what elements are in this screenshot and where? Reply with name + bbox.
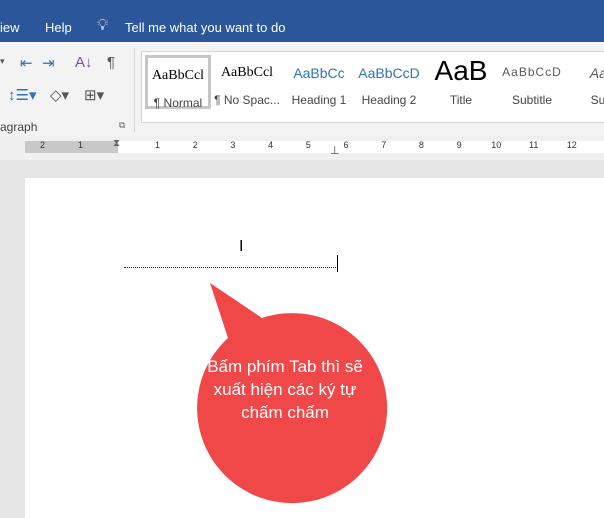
callout-text: Bấm phím Tab thì sẽ xuất hiện các ký tự … xyxy=(207,357,363,422)
callout-bubble xyxy=(197,283,388,504)
